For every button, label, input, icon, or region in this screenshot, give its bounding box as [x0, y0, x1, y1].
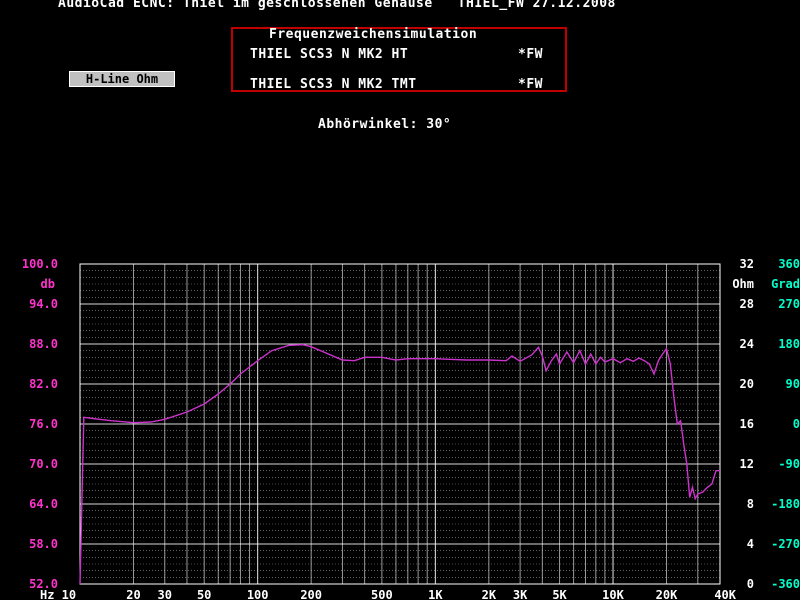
x-tick-label: 30	[158, 588, 172, 600]
y-tick-label-db: 64.0	[29, 497, 58, 511]
x-tick-label: 40K	[714, 588, 736, 600]
y-axis-label-ohm: Ohm	[732, 277, 754, 291]
y-tick-label-grad: 90	[786, 377, 800, 391]
y-tick-label-grad: 360	[778, 257, 800, 271]
y-tick-label-ohm: 20	[740, 377, 754, 391]
y-tick-label-ohm: 12	[740, 457, 754, 471]
chart-grid	[79, 263, 721, 585]
x-tick-label: 5K	[552, 588, 567, 600]
y-tick-label-ohm: 8	[747, 497, 754, 511]
y-tick-label-ohm: 28	[740, 297, 754, 311]
y-tick-label-grad: -360	[771, 577, 800, 591]
y-tick-label-db: 70.0	[29, 457, 58, 471]
x-tick-label: Hz 10	[40, 588, 76, 600]
y-tick-label-grad: 270	[778, 297, 800, 311]
y-tick-label-ohm: 0	[747, 577, 754, 591]
y-tick-label-grad: -270	[771, 537, 800, 551]
x-tick-label: 50	[197, 588, 211, 600]
frequency-response-chart: 100.094.088.082.076.070.064.058.052.0322…	[22, 257, 800, 600]
y-tick-label-db: 82.0	[29, 377, 58, 391]
x-tick-label: 100	[247, 588, 269, 600]
y-tick-label-ohm: 4	[747, 537, 754, 551]
y-tick-label-grad: 180	[778, 337, 800, 351]
y-axis-label-grad: Grad	[771, 277, 800, 291]
y-tick-label-grad: 0	[793, 417, 800, 431]
x-tick-label: 200	[300, 588, 322, 600]
y-tick-label-ohm: 16	[740, 417, 754, 431]
x-tick-label: 3K	[513, 588, 528, 600]
y-tick-label-db: 88.0	[29, 337, 58, 351]
y-tick-label-db: 76.0	[29, 417, 58, 431]
x-tick-label: 20	[126, 588, 140, 600]
y-tick-label-grad: -180	[771, 497, 800, 511]
x-tick-label: 1K	[428, 588, 443, 600]
x-tick-label: 10K	[602, 588, 624, 600]
y-tick-label-ohm: 32	[740, 257, 754, 271]
y-axis-label-db: db	[41, 277, 55, 291]
y-tick-label-grad: -90	[778, 457, 800, 471]
x-tick-label: 20K	[656, 588, 678, 600]
y-tick-label-ohm: 24	[740, 337, 754, 351]
y-tick-label-db: 58.0	[29, 537, 58, 551]
x-tick-label: 500	[371, 588, 393, 600]
x-tick-label: 2K	[482, 588, 497, 600]
y-tick-label-db: 100.0	[22, 257, 58, 271]
y-tick-label-db: 94.0	[29, 297, 58, 311]
axis-labels: 100.094.088.082.076.070.064.058.052.0322…	[22, 257, 800, 600]
